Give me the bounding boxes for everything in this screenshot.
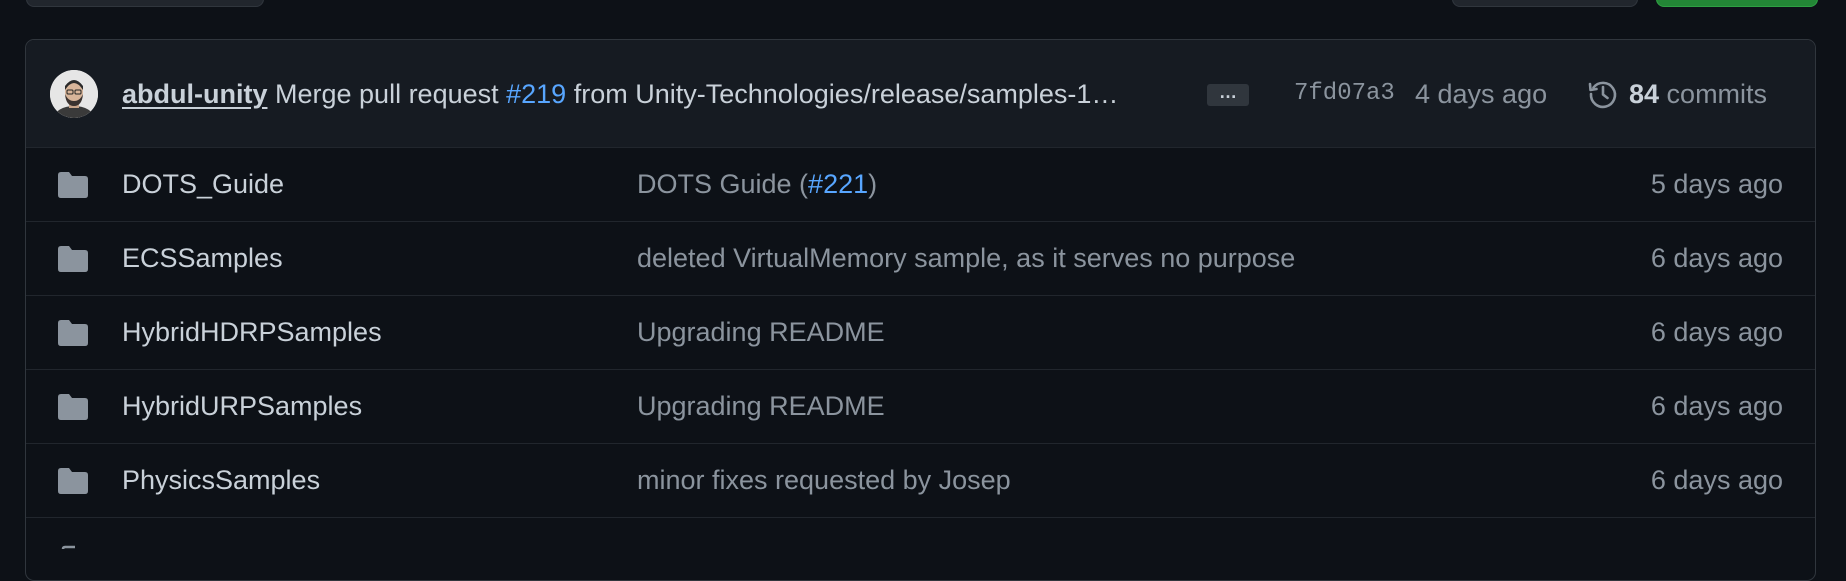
folder-icon [58,320,88,346]
history-icon[interactable] [1587,78,1619,110]
commit-message-prefix[interactable]: Merge pull request [275,79,506,109]
file-icon [61,545,75,550]
commit-time: 4 days ago [1415,79,1548,109]
commit-sha-link[interactable]: 7fd07a3 [1294,78,1395,110]
file-name-link[interactable]: HybridHDRPSamples [122,316,382,348]
file-commit-text[interactable]: DOTS Guide ( [637,169,808,199]
file-commit-message[interactable]: DOTS Guide (#221) [637,168,877,200]
commit-count: 84 [1629,79,1660,109]
commit-author-link[interactable]: abdul-unity [122,79,267,109]
file-commit-message[interactable]: minor fixes requested by Josep [637,464,1011,496]
file-commit-age: 6 days ago [1650,243,1783,273]
file-commit-age: 5 days ago [1650,169,1783,199]
folder-icon [58,468,88,494]
file-row: DOTS_Guide DOTS Guide (#221) 5 days ago [26,148,1815,222]
file-name-link[interactable]: ECSSamples [122,242,283,274]
latest-commit-bar: abdul-unity Merge pull request #219 from… [26,40,1815,148]
file-commit-age: 6 days ago [1650,317,1783,347]
folder-icon [58,172,88,198]
file-list: DOTS_Guide DOTS Guide (#221) 5 days ago … [26,148,1815,578]
file-name-link[interactable]: DOTS_Guide [122,168,284,200]
file-row-partial [26,518,1815,578]
commit-count-label: commits [1659,79,1768,109]
file-name-link[interactable]: HybridURPSamples [122,390,362,422]
file-row: PhysicsSamples minor fixes requested by … [26,444,1815,518]
commit-pr-link[interactable]: #219 [506,79,566,109]
file-commit-age: 6 days ago [1650,465,1783,495]
file-row: HybridURPSamples Upgrading README 6 days… [26,370,1815,444]
file-name-link[interactable]: PhysicsSamples [122,464,320,496]
file-commit-pr-link[interactable]: #221 [808,169,868,199]
file-commit-text-after[interactable]: ) [868,169,877,199]
code-button[interactable] [1656,0,1818,7]
expand-commit-button[interactable]: … [1207,83,1249,106]
avatar[interactable] [50,70,98,118]
file-commit-message[interactable]: Upgrading README [637,316,885,348]
file-row: HybridHDRPSamples Upgrading README 6 day… [26,296,1815,370]
file-commit-age: 6 days ago [1650,391,1783,421]
top-left-button[interactable] [26,0,264,7]
file-browser: abdul-unity Merge pull request #219 from… [25,39,1816,581]
top-middle-button[interactable] [1452,0,1638,7]
commit-message-suffix[interactable]: from Unity-Technologies/release/samples-… [566,79,1119,109]
commit-count-link[interactable]: 84 commits [1629,78,1767,110]
file-commit-message[interactable]: Upgrading README [637,390,885,422]
file-commit-message[interactable]: deleted VirtualMemory sample, as it serv… [637,242,1295,274]
file-row: ECSSamples deleted VirtualMemory sample,… [26,222,1815,296]
folder-icon [58,246,88,272]
commit-message: abdul-unity Merge pull request #219 from… [122,78,1212,110]
folder-icon [58,394,88,420]
